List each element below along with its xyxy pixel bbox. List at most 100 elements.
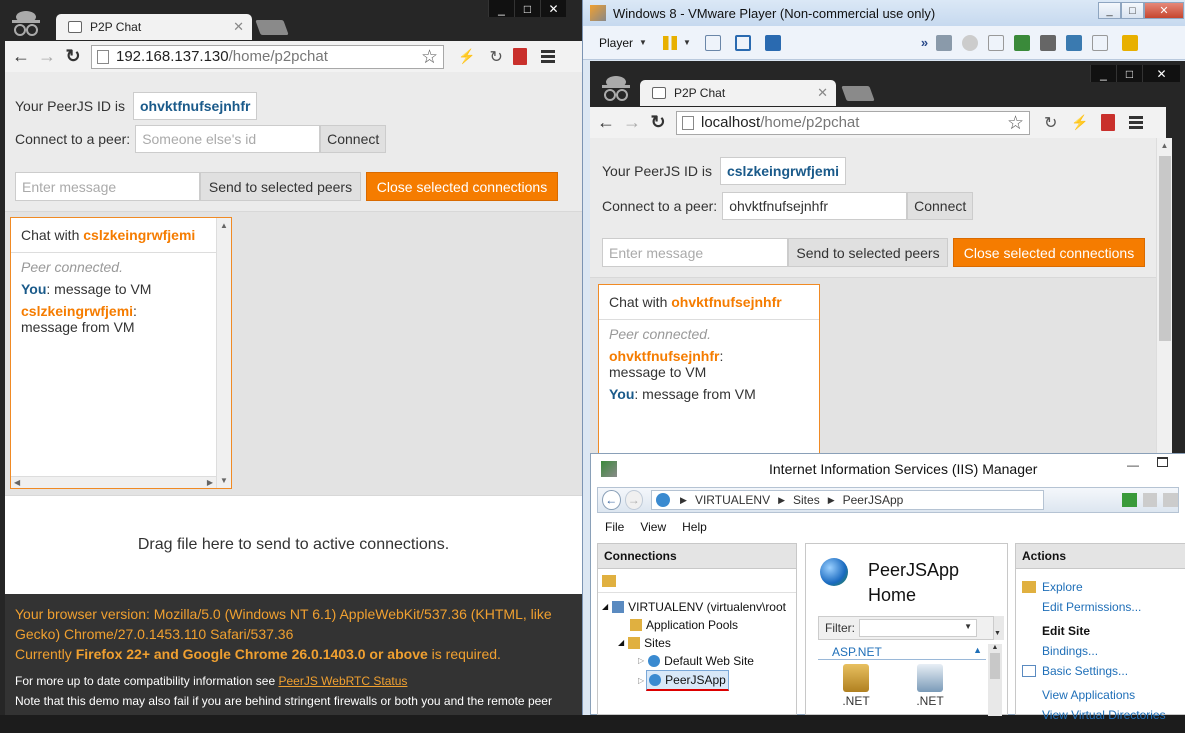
home-pane: PeerJSApp Home Filter: ▼ ▼ ASP.NET ▲ .NE… xyxy=(805,543,1008,716)
breadcrumb-item[interactable]: PeerJSApp xyxy=(843,493,904,507)
tab-close-icon[interactable]: ✕ xyxy=(233,19,244,35)
compat-info-text: For more up to date compatibility inform… xyxy=(15,674,276,688)
sound-icon[interactable] xyxy=(1092,34,1109,51)
new-tab-button[interactable] xyxy=(255,20,289,35)
action-explore[interactable]: Explore xyxy=(1042,577,1083,597)
more-icon[interactable]: » xyxy=(921,35,928,50)
home-title-line2: Home xyxy=(868,585,917,605)
network-icon[interactable] xyxy=(704,34,721,51)
maximize-button[interactable]: □ xyxy=(1116,65,1142,82)
new-tab-button[interactable] xyxy=(841,86,875,101)
message-input[interactable]: Enter message xyxy=(602,238,788,267)
page-scrollbar[interactable]: ▲ xyxy=(1156,138,1172,453)
iis-minimize-button[interactable]: — xyxy=(1127,458,1139,472)
vm-maximize-button[interactable]: □ xyxy=(1121,2,1144,19)
network-adapter-icon[interactable] xyxy=(1014,34,1031,51)
tree-root[interactable]: VIRTUALENV (virtualenv\root xyxy=(628,598,786,616)
back-icon[interactable]: ← xyxy=(602,490,621,510)
tab-close-icon[interactable]: ✕ xyxy=(817,85,828,101)
action-edit-permissions[interactable]: Edit Permissions... xyxy=(1042,597,1180,617)
reload-icon[interactable]: ↻ xyxy=(646,111,670,135)
peer-id-input[interactable]: Someone else's id xyxy=(135,125,321,153)
address-bar[interactable]: 192.168.137.130/home/p2pchat ☆ xyxy=(91,44,444,69)
tree-app-pools[interactable]: Application Pools xyxy=(646,616,738,634)
menu-help[interactable]: Help xyxy=(682,520,707,534)
action-bindings[interactable]: Bindings... xyxy=(1042,641,1180,661)
close-connections-button[interactable]: Close selected connections xyxy=(366,172,558,201)
extension-icon[interactable]: ⚡ xyxy=(458,48,475,65)
menu-file[interactable]: File xyxy=(605,520,624,534)
extension-book-icon[interactable] xyxy=(512,48,527,65)
connect-button[interactable]: Connect xyxy=(907,192,974,220)
close-button[interactable]: ✕ xyxy=(540,0,566,17)
peerjs-status-link[interactable]: PeerJS WebRTC Status xyxy=(278,674,407,688)
send-button[interactable]: Send to selected peers xyxy=(200,172,361,201)
chevron-up-icon[interactable]: ▲ xyxy=(973,645,982,655)
help-icon[interactable] xyxy=(1163,493,1179,507)
cd-icon[interactable] xyxy=(962,34,979,51)
forward-icon[interactable]: → xyxy=(624,490,644,510)
bookmark-star-icon[interactable]: ☆ xyxy=(1007,112,1024,135)
fullscreen-icon[interactable] xyxy=(734,34,751,51)
maximize-button[interactable]: □ xyxy=(514,0,540,17)
tree-default-site[interactable]: Default Web Site xyxy=(664,652,754,670)
breadcrumb-item[interactable]: VIRTUALENV xyxy=(695,493,770,507)
peer-id-input[interactable]: ohvktfnufsejnhfr xyxy=(722,192,908,220)
chat-scrollbar[interactable]: ▲ ▼ xyxy=(216,218,231,488)
send-button[interactable]: Send to selected peers xyxy=(788,238,948,267)
forward-icon[interactable]: → xyxy=(620,111,644,135)
iis-maximize-button[interactable] xyxy=(1157,457,1168,467)
feature-dotnet-auth[interactable]: .NET xyxy=(836,664,876,708)
back-icon[interactable]: ← xyxy=(594,111,618,135)
minimize-button[interactable]: _ xyxy=(488,0,514,17)
usb-icon[interactable] xyxy=(1066,34,1083,51)
filter-input[interactable]: ▼ xyxy=(859,619,977,637)
unity-icon[interactable] xyxy=(764,34,781,51)
close-connections-button[interactable]: Close selected connections xyxy=(953,238,1145,267)
menu-icon[interactable] xyxy=(1128,114,1143,131)
minimize-button[interactable]: _ xyxy=(1090,65,1116,82)
connect-button[interactable]: Connect xyxy=(320,125,387,153)
tab-p2p-chat[interactable]: P2P Chat ✕ xyxy=(640,80,836,106)
action-basic-settings[interactable]: Basic Settings... xyxy=(1042,661,1128,681)
home-scrollbar[interactable]: ▲ xyxy=(988,644,1002,716)
scrollbar-thumb[interactable] xyxy=(1159,156,1171,341)
file-dropzone[interactable]: Drag file here to send to active connect… xyxy=(5,495,582,594)
bookmark-star-icon[interactable]: ☆ xyxy=(421,46,438,69)
stop-icon[interactable] xyxy=(1142,493,1158,507)
reload-icon[interactable]: ↻ xyxy=(61,45,85,69)
printer-icon[interactable] xyxy=(1040,34,1057,51)
player-menu[interactable]: Player xyxy=(599,36,633,50)
forward-icon[interactable]: → xyxy=(35,45,59,69)
pause-icon[interactable] xyxy=(662,35,677,50)
extension-reload-icon[interactable]: ↻ xyxy=(489,47,502,67)
tree-peerjsapp[interactable]: PeerJSApp xyxy=(646,670,729,691)
actions-pane: Actions Explore Edit Permissions... Edit… xyxy=(1015,543,1185,722)
new-connection-icon[interactable] xyxy=(602,574,616,587)
extension-reload-icon[interactable]: ↻ xyxy=(1044,113,1057,133)
tab-p2p-chat[interactable]: P2P Chat ✕ xyxy=(56,14,252,40)
filter-scroll[interactable]: ▼ xyxy=(994,616,1004,640)
address-bar[interactable]: localhost/home/p2pchat ☆ xyxy=(676,110,1030,135)
message-sender: cslzkeingrwfjemi xyxy=(21,303,134,319)
vm-minimize-button[interactable]: _ xyxy=(1098,2,1121,19)
action-view-applications[interactable]: View Applications xyxy=(1042,685,1180,705)
vm-close-button[interactable]: ✕ xyxy=(1144,2,1184,19)
menu-icon[interactable] xyxy=(540,48,555,65)
breadcrumb-item[interactable]: Sites xyxy=(793,493,820,507)
back-icon[interactable]: ← xyxy=(9,45,33,69)
menu-view[interactable]: View xyxy=(640,520,666,534)
messages-icon[interactable] xyxy=(1122,34,1139,51)
extension-icon[interactable]: ⚡ xyxy=(1071,114,1088,131)
hdd-icon[interactable] xyxy=(936,34,953,51)
message-input[interactable]: Enter message xyxy=(15,172,200,201)
floppy-icon[interactable] xyxy=(988,34,1005,51)
extension-book-icon[interactable] xyxy=(1100,114,1115,131)
feature-dotnet-compile[interactable]: .NET xyxy=(910,664,950,708)
action-view-virtual-directories[interactable]: View Virtual Directories xyxy=(1042,705,1180,725)
refresh-icon[interactable] xyxy=(1121,493,1137,507)
close-button[interactable]: ✕ xyxy=(1142,65,1180,82)
tree-sites[interactable]: Sites xyxy=(644,634,671,652)
iis-address-bar: ← → ▶ VIRTUALENV ▶ Sites ▶ PeerJSApp xyxy=(597,487,1179,513)
message-text: : message to VM xyxy=(46,281,152,297)
